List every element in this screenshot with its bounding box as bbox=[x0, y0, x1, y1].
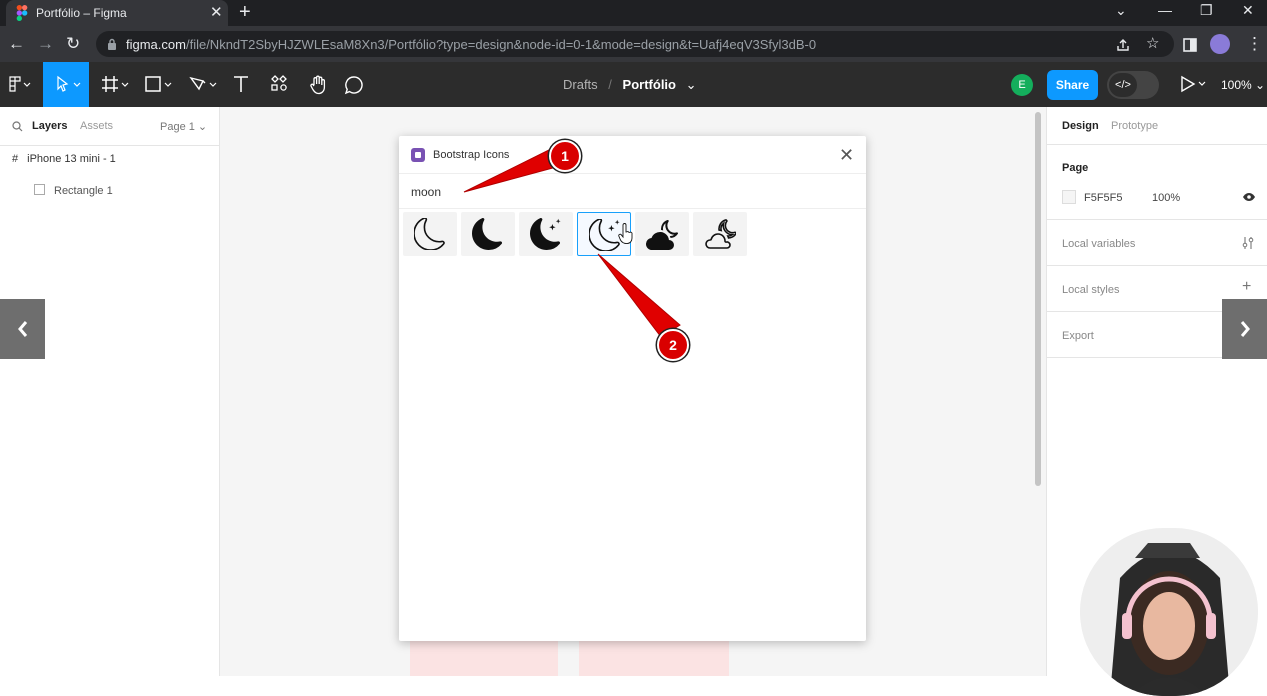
annotation-arrows bbox=[463, 147, 681, 338]
annotation-badge-2: 2 bbox=[657, 329, 689, 361]
presenter-webcam bbox=[1080, 528, 1258, 696]
annotation-arrow-2 bbox=[597, 253, 681, 338]
presenter-video bbox=[1080, 528, 1258, 696]
annotation-badge-1: 1 bbox=[549, 140, 581, 172]
annotation-arrow-1 bbox=[463, 147, 561, 193]
